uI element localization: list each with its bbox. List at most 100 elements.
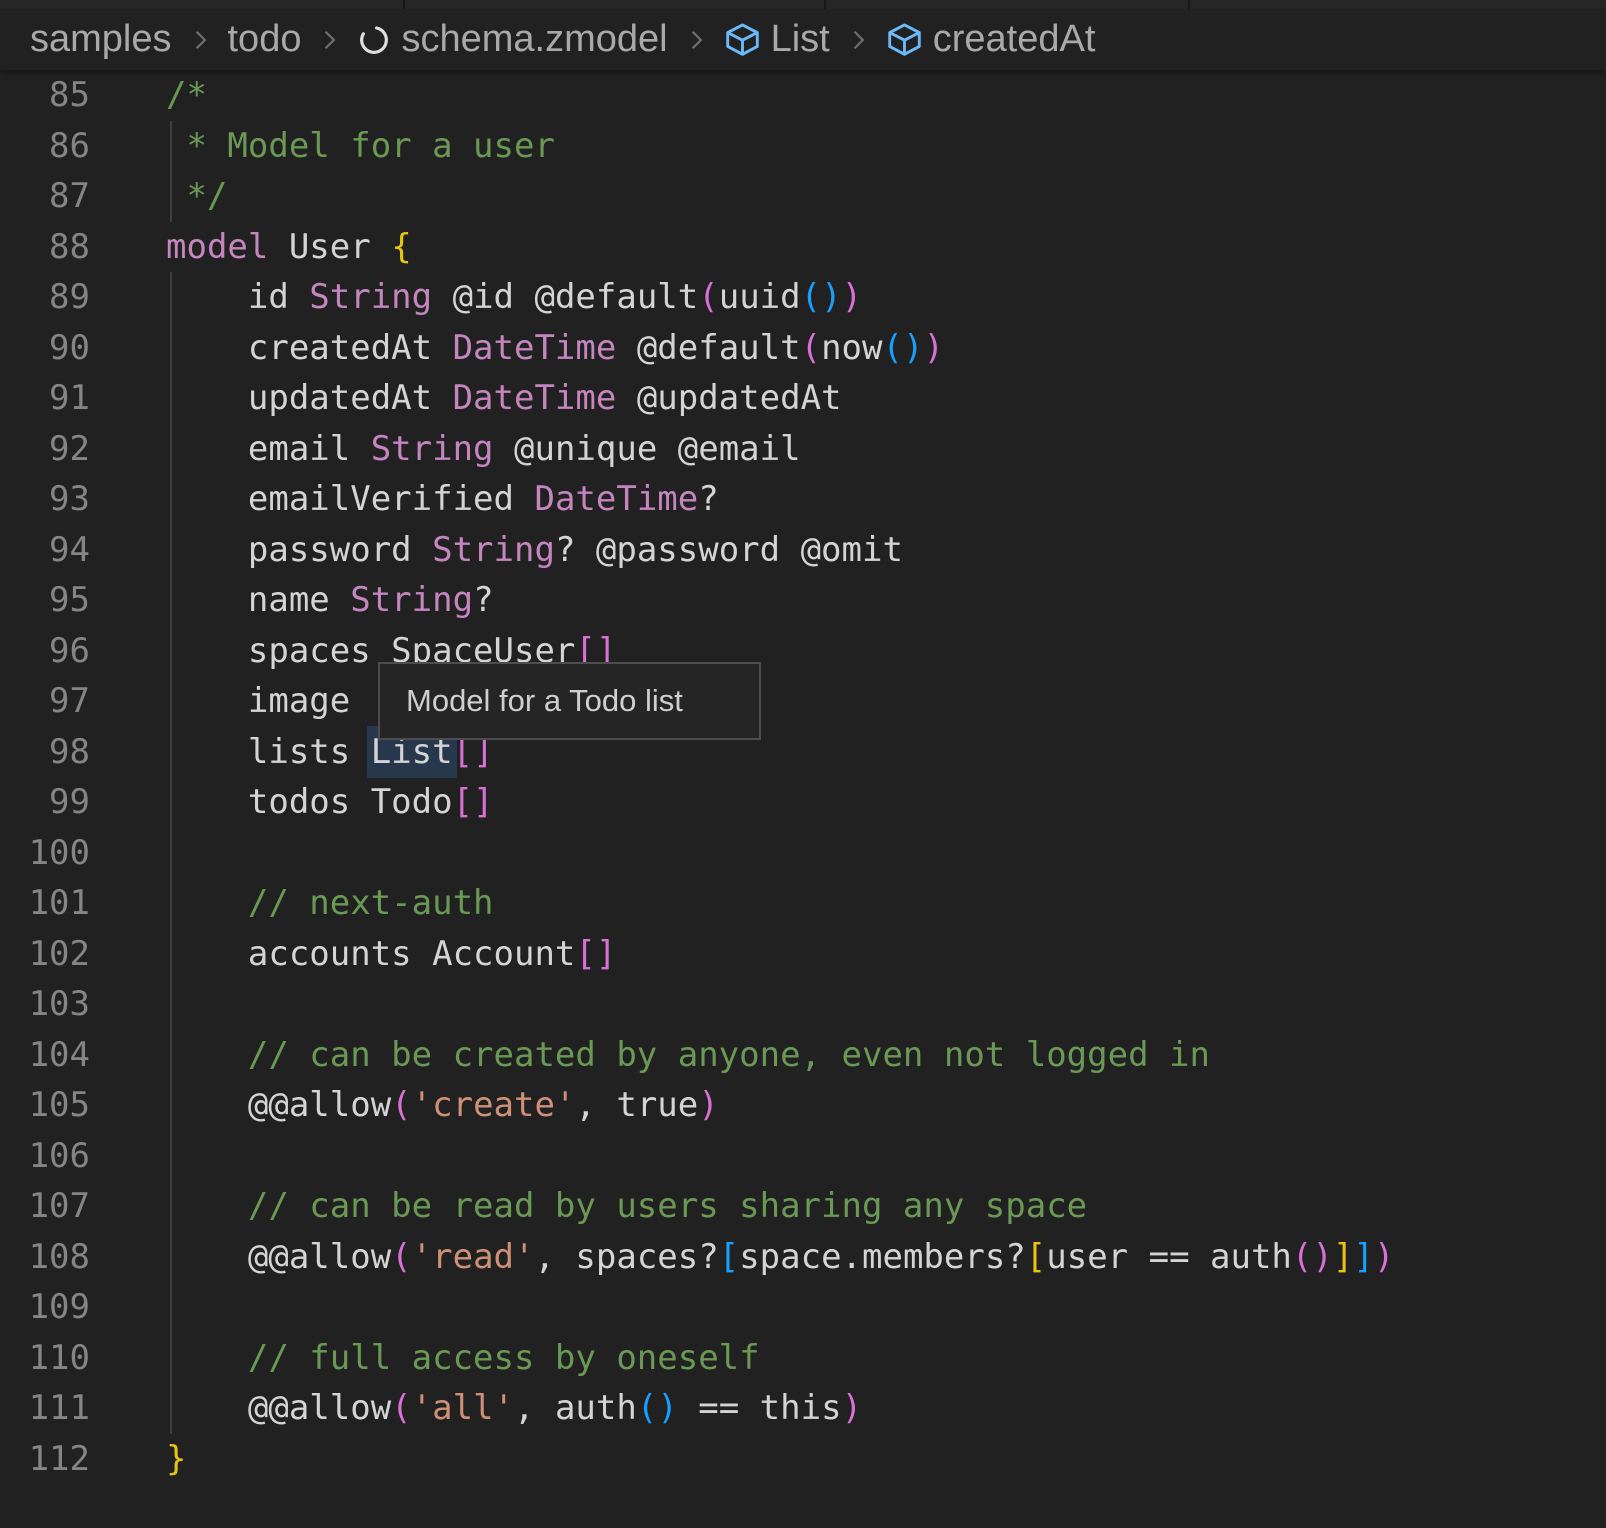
code-token: ) <box>698 1085 718 1125</box>
code-line-87[interactable]: 87 */ <box>0 171 1606 222</box>
indent-guide <box>170 1131 172 1182</box>
code-token: ( <box>391 1388 411 1428</box>
breadcrumb-label: createdAt <box>933 18 1096 61</box>
code-line-102[interactable]: 102 accounts Account[] <box>0 929 1606 980</box>
code-line-90[interactable]: 90 createdAt DateTime @default(now()) <box>0 323 1606 374</box>
indent-guide <box>170 323 172 374</box>
code-line-109[interactable]: 109 <box>0 1282 1606 1333</box>
code-token: , auth <box>514 1388 637 1428</box>
code-token: DateTime <box>453 378 617 418</box>
chevron-right-icon <box>681 25 711 55</box>
code-token: ) <box>842 277 862 317</box>
indent-guide <box>170 1181 172 1232</box>
code-token: ) <box>1374 1237 1394 1277</box>
indent-guide <box>170 878 172 929</box>
code-token: , true <box>575 1085 698 1125</box>
code-token: todos Todo <box>166 782 453 822</box>
line-number: 95 <box>0 575 90 626</box>
code-line-93[interactable]: 93 emailVerified DateTime? <box>0 474 1606 525</box>
breadcrumb-item-todo[interactable]: todo <box>228 18 302 61</box>
code-line-97[interactable]: 97 image <box>0 676 1606 727</box>
code-token: @default <box>616 328 800 368</box>
code-text: // next-auth <box>166 878 494 929</box>
breadcrumb-item-createdat[interactable]: createdAt <box>886 18 1096 61</box>
line-number: 105 <box>0 1080 90 1131</box>
line-number: 100 <box>0 828 90 879</box>
code-token: /* <box>166 75 207 115</box>
breadcrumb-item-list[interactable]: List <box>724 18 830 61</box>
indent-guide <box>170 727 172 778</box>
indent-guide <box>170 121 172 172</box>
line-number: 87 <box>0 171 90 222</box>
code-line-106[interactable]: 106 <box>0 1131 1606 1182</box>
code-token: ( <box>801 328 821 368</box>
code-line-88[interactable]: 88model User { <box>0 222 1606 273</box>
code-token: name <box>166 580 350 620</box>
indent-guide <box>170 373 172 424</box>
breadcrumb-label: schema.zmodel <box>401 18 667 61</box>
code-token: now <box>821 328 882 368</box>
code-line-94[interactable]: 94 password String? @password @omit <box>0 525 1606 576</box>
code-token: @updatedAt <box>616 378 841 418</box>
chevron-right-icon <box>314 25 344 55</box>
code-line-95[interactable]: 95 name String? <box>0 575 1606 626</box>
hover-tooltip-text: Model for a Todo list <box>406 683 683 719</box>
code-text: @@allow('read', spaces?[space.members?[u… <box>166 1232 1394 1283</box>
breadcrumb-label: List <box>771 18 830 61</box>
indent-guide <box>170 1030 172 1081</box>
class-symbol-icon <box>724 21 761 58</box>
code-token: ( <box>391 1237 411 1277</box>
line-number: 96 <box>0 626 90 677</box>
code-text: todos Todo[] <box>166 777 494 828</box>
code-line-92[interactable]: 92 email String @unique @email <box>0 424 1606 475</box>
code-token: @id @default <box>432 277 698 317</box>
code-text: emailVerified DateTime? <box>166 474 719 525</box>
code-line-96[interactable]: 96 spaces SpaceUser[] <box>0 626 1606 677</box>
code-line-108[interactable]: 108 @@allow('read', spaces?[space.member… <box>0 1232 1606 1283</box>
indent-guide <box>170 929 172 980</box>
code-line-91[interactable]: 91 updatedAt DateTime @updatedAt <box>0 373 1606 424</box>
code-line-104[interactable]: 104 // can be created by anyone, even no… <box>0 1030 1606 1081</box>
code-token: ? @password @omit <box>555 530 903 570</box>
code-token: user == auth <box>1046 1237 1292 1277</box>
code-line-85[interactable]: 85/* <box>0 70 1606 121</box>
code-token: */ <box>166 176 227 216</box>
code-line-99[interactable]: 99 todos Todo[] <box>0 777 1606 828</box>
tab-separator <box>824 0 826 9</box>
code-token: String <box>350 580 473 620</box>
line-number: 109 <box>0 1282 90 1333</box>
indent-guide <box>170 1333 172 1384</box>
code-token: String <box>371 429 494 469</box>
code-token: [ <box>1026 1237 1046 1277</box>
breadcrumb-item-schema-zmodel[interactable]: schema.zmodel <box>357 18 667 61</box>
code-line-111[interactable]: 111 @@allow('all', auth() == this) <box>0 1383 1606 1434</box>
code-line-105[interactable]: 105 @@allow('create', true) <box>0 1080 1606 1131</box>
line-number: 102 <box>0 929 90 980</box>
line-number: 91 <box>0 373 90 424</box>
code-line-107[interactable]: 107 // can be read by users sharing any … <box>0 1181 1606 1232</box>
code-token: image <box>166 681 371 721</box>
code-editor[interactable]: Model for a Todo list 85/*86 * Model for… <box>0 70 1606 1484</box>
code-token: () <box>882 328 923 368</box>
indent-guide <box>170 1282 172 1333</box>
code-line-86[interactable]: 86 * Model for a user <box>0 121 1606 172</box>
breadcrumb-item-samples[interactable]: samples <box>30 18 172 61</box>
line-number: 104 <box>0 1030 90 1081</box>
code-text: /* <box>166 70 207 121</box>
code-line-100[interactable]: 100 <box>0 828 1606 879</box>
code-line-112[interactable]: 112} <box>0 1434 1606 1485</box>
indent-guide <box>170 1080 172 1131</box>
code-token: space.members? <box>739 1237 1026 1277</box>
code-token: // can be read by users sharing any spac… <box>166 1186 1087 1226</box>
code-line-103[interactable]: 103 <box>0 979 1606 1030</box>
code-line-89[interactable]: 89 id String @id @default(uuid()) <box>0 272 1606 323</box>
code-text: email String @unique @email <box>166 424 801 475</box>
code-line-101[interactable]: 101 // next-auth <box>0 878 1606 929</box>
loading-spinner-icon <box>357 23 391 57</box>
line-number: 108 <box>0 1232 90 1283</box>
indent-guide <box>170 828 172 879</box>
code-line-98[interactable]: 98 lists List[] <box>0 727 1606 778</box>
code-token: uuid <box>719 277 801 317</box>
code-line-110[interactable]: 110 // full access by oneself <box>0 1333 1606 1384</box>
code-token: password <box>166 530 432 570</box>
